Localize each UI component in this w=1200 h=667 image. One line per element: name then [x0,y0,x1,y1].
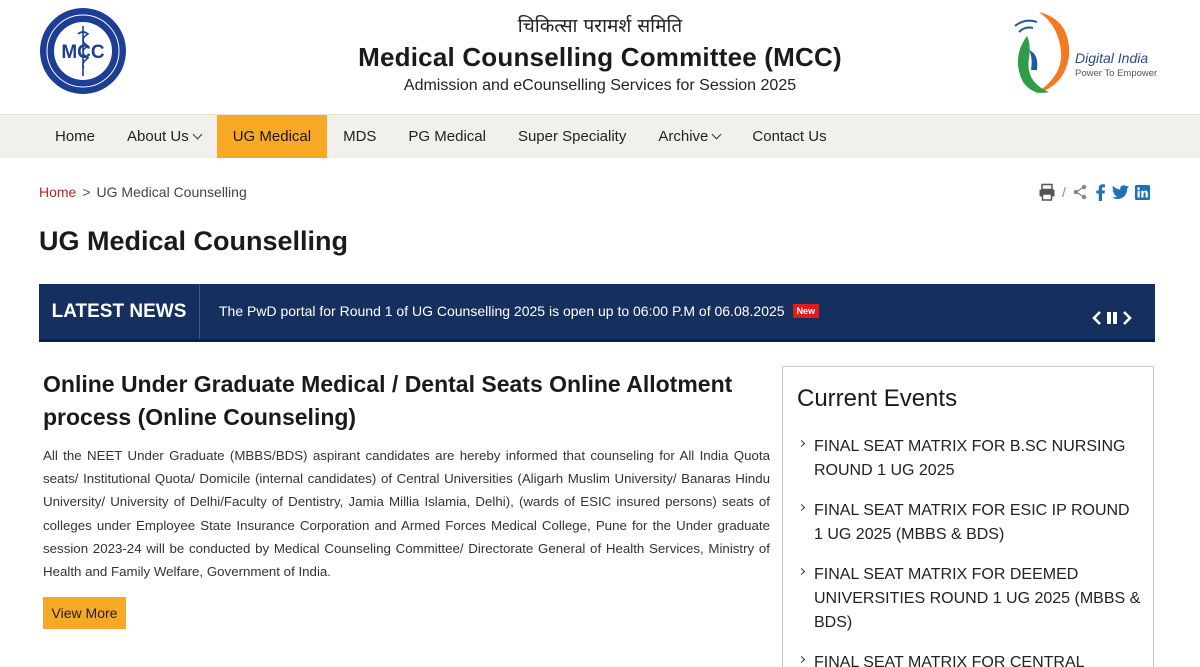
main-navigation: Home About Us UG Medical MDS PG Medical … [0,114,1200,158]
svg-text:Digital India: Digital India [1075,50,1148,66]
breadcrumb: Home > UG Medical Counselling [39,184,247,200]
chevron-right-icon [797,567,806,576]
current-events-title: Current Events [797,385,958,412]
hindi-title: चिकित्सा परामर्श समिति [517,15,683,37]
next-icon[interactable] [1121,310,1133,326]
chevron-down-icon [192,129,203,140]
linkedin-icon[interactable] [1134,184,1150,200]
new-badge: New [792,304,820,318]
news-ticker-item[interactable]: The PwD portal for Round 1 of UG Counsel… [219,303,820,319]
print-icon[interactable] [1038,183,1056,201]
breadcrumb-current: UG Medical Counselling [96,184,247,200]
event-item[interactable]: FINAL SEAT MATRIX FOR ESIC IP ROUND 1 UG… [797,499,1142,547]
latest-news-label: LATEST NEWS [39,284,200,339]
content-heading: Online Under Graduate Medical / Dental S… [43,371,733,430]
nav-item-about-us[interactable]: About Us [111,115,217,158]
news-controls [1091,310,1133,326]
share-divider: / [1062,184,1066,200]
header-title-block: चिकित्सा परामर्श समिति Medical Counselli… [300,12,900,95]
chevron-down-icon [711,129,722,140]
site-title: Medical Counselling Committee (MCC) [358,42,842,72]
twitter-icon[interactable] [1111,184,1129,200]
svg-text:MCC: MCC [61,42,105,63]
chevron-right-icon [797,439,806,448]
share-icon[interactable] [1072,184,1088,200]
svg-text:Power To Empower: Power To Empower [1075,68,1157,79]
nav-item-super-speciality[interactable]: Super Speciality [502,115,642,158]
event-item[interactable]: FINAL SEAT MATRIX FOR CENTRAL [797,651,1142,667]
pause-icon[interactable] [1106,311,1118,325]
mcc-logo[interactable]: MCC [38,4,128,98]
prev-icon[interactable] [1091,310,1103,326]
news-ticker-text: The PwD portal for Round 1 of UG Counsel… [219,303,785,319]
nav-item-archive[interactable]: Archive [642,115,736,158]
content-body: All the NEET Under Graduate (MBBS/BDS) a… [43,448,770,580]
breadcrumb-home-link[interactable]: Home [39,184,76,200]
event-item[interactable]: FINAL SEAT MATRIX FOR B.SC NURSING ROUND… [797,435,1142,483]
chevron-right-icon [797,655,806,664]
chevron-right-icon [797,503,806,512]
event-item[interactable]: FINAL SEAT MATRIX FOR DEEMED UNIVERSITIE… [797,563,1142,635]
latest-news-bar: LATEST NEWS The PwD portal for Round 1 o… [39,284,1155,342]
site-header: MCC चिकित्सा परामर्श समिति Medical Couns… [0,0,1200,114]
breadcrumb-separator: > [82,184,91,200]
site-subtitle: Admission and eCounselling Services for … [403,77,797,94]
current-events-panel: Current Events FINAL SEAT MATRIX FOR B.S… [782,366,1154,667]
nav-list: Home About Us UG Medical MDS PG Medical … [39,115,843,158]
current-events-list: FINAL SEAT MATRIX FOR B.SC NURSING ROUND… [797,435,1142,667]
page-title: UG Medical Counselling [39,226,349,256]
view-more-button[interactable]: View More [43,597,126,629]
digital-india-logo[interactable]: Digital India Power To Empower [1005,6,1175,98]
digital-india-icon: Digital India Power To Empower [1014,12,1157,94]
mcc-emblem-icon: MCC [40,8,126,94]
nav-item-mds[interactable]: MDS [327,115,392,158]
facebook-icon[interactable] [1094,183,1106,201]
nav-item-ug-medical[interactable]: UG Medical [216,115,328,158]
share-toolbar: / [1038,182,1150,202]
nav-item-pg-medical[interactable]: PG Medical [392,115,502,158]
nav-item-home[interactable]: Home [39,115,111,158]
nav-item-contact-us[interactable]: Contact Us [736,115,842,158]
